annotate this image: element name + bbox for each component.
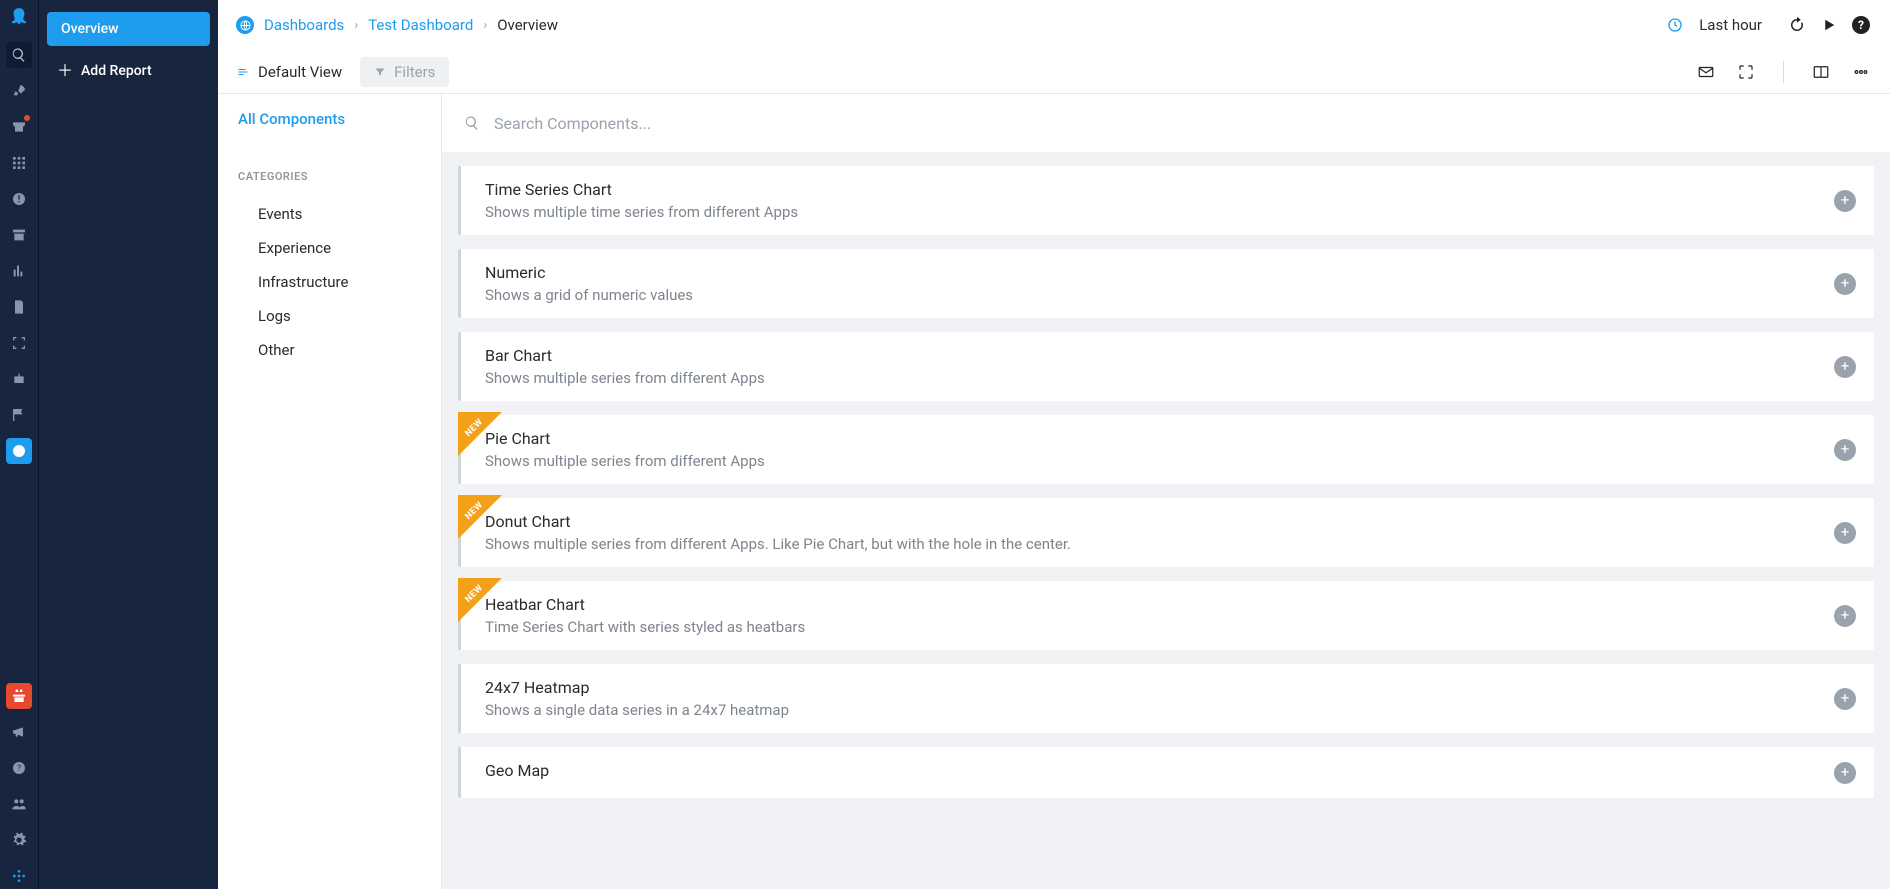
rail-settings-icon[interactable] xyxy=(6,827,32,853)
component-desc: Shows multiple series from different App… xyxy=(485,452,1818,470)
rail-users-icon[interactable] xyxy=(6,791,32,817)
main-area: Dashboards › Test Dashboard › Overview L… xyxy=(218,0,1890,889)
mail-icon[interactable] xyxy=(1695,61,1717,83)
breadcrumb-dashboards[interactable]: Dashboards xyxy=(264,16,344,34)
component-title: Donut Chart xyxy=(485,512,1818,531)
add-component-button[interactable]: + xyxy=(1834,605,1856,627)
panel-toggle-icon[interactable] xyxy=(1810,61,1832,83)
add-report-button[interactable]: ＋ Add Report xyxy=(47,54,210,88)
rail-rocket-icon[interactable] xyxy=(6,78,32,104)
add-component-button[interactable]: + xyxy=(1834,356,1856,378)
breadcrumb-sep-1: › xyxy=(354,18,358,33)
rail-megaphone-icon[interactable] xyxy=(6,719,32,745)
category-item[interactable]: Infrastructure xyxy=(238,265,421,299)
component-title: 24x7 Heatmap xyxy=(485,678,1818,697)
component-card[interactable]: Geo Map + xyxy=(458,747,1874,798)
component-desc: Shows multiple series from different App… xyxy=(485,369,1818,387)
default-view-label: Default View xyxy=(258,63,342,81)
time-range-label[interactable]: Last hour xyxy=(1699,16,1762,34)
search-icon xyxy=(464,115,480,131)
component-card[interactable]: NEWPie ChartShows multiple series from d… xyxy=(458,415,1874,484)
clock-icon[interactable] xyxy=(1667,17,1683,33)
add-report-label: Add Report xyxy=(81,63,152,79)
rail-help-icon[interactable]: ? xyxy=(6,755,32,781)
category-item[interactable]: Logs xyxy=(238,299,421,333)
component-title: Geo Map xyxy=(485,761,1818,780)
category-panel: All Components CATEGORIES EventsExperien… xyxy=(218,94,442,889)
global-search-icon[interactable] xyxy=(6,42,32,68)
search-components-input[interactable] xyxy=(494,114,1868,133)
categories-heading: CATEGORIES xyxy=(238,170,421,183)
rail-bot-icon[interactable] xyxy=(6,366,32,392)
component-card[interactable]: 24x7 Heatmap Shows a single data series i… xyxy=(458,664,1874,733)
brand-logo-icon[interactable] xyxy=(6,6,32,32)
view-bar: Default View Filters xyxy=(218,50,1890,94)
top-bar: Dashboards › Test Dashboard › Overview L… xyxy=(218,0,1890,50)
add-component-button[interactable]: + xyxy=(1834,762,1856,784)
component-title: Time Series Chart xyxy=(485,180,1818,199)
more-menu-icon[interactable] xyxy=(1850,61,1872,83)
add-component-button[interactable]: + xyxy=(1834,439,1856,461)
component-title: Bar Chart xyxy=(485,346,1818,365)
rail-gift-icon[interactable] xyxy=(6,683,32,709)
breadcrumb-current: Overview xyxy=(497,16,558,34)
rail-document-icon[interactable] xyxy=(6,294,32,320)
rail-grid-icon[interactable] xyxy=(6,150,32,176)
refresh-icon[interactable] xyxy=(1786,14,1808,36)
dashboard-globe-icon xyxy=(236,16,254,34)
breadcrumb-sep-2: › xyxy=(483,18,487,33)
breadcrumb-test-dashboard[interactable]: Test Dashboard xyxy=(368,16,473,34)
component-cards: Time Series Chart Shows multiple time ser… xyxy=(442,152,1890,889)
rail-alert-icon[interactable] xyxy=(6,186,32,212)
add-component-button[interactable]: + xyxy=(1834,190,1856,212)
fullscreen-icon[interactable] xyxy=(1735,61,1757,83)
filters-button[interactable]: Filters xyxy=(360,57,449,87)
component-desc: Shows multiple series from different App… xyxy=(485,535,1818,553)
component-card[interactable]: NEWHeatbar ChartTime Series Chart with s… xyxy=(458,581,1874,650)
component-desc: Shows multiple time series from differen… xyxy=(485,203,1818,221)
component-title: Heatbar Chart xyxy=(485,595,1818,614)
filters-label: Filters xyxy=(394,63,435,81)
svg-text:?: ? xyxy=(17,764,21,773)
rail-chart-icon[interactable] xyxy=(6,258,32,284)
rail-dashboards-icon[interactable] xyxy=(6,438,32,464)
component-card[interactable]: Numeric Shows a grid of numeric values + xyxy=(458,249,1874,318)
reports-sidebar: Overview ＋ Add Report xyxy=(38,0,218,889)
divider xyxy=(1783,61,1784,83)
add-component-button[interactable]: + xyxy=(1834,273,1856,295)
search-row xyxy=(442,94,1890,152)
component-title: Numeric xyxy=(485,263,1818,282)
component-desc: Shows a single data series in a 24x7 hea… xyxy=(485,701,1818,719)
notification-dot xyxy=(24,115,30,121)
default-view-button[interactable]: Default View xyxy=(236,63,342,81)
add-component-button[interactable]: + xyxy=(1834,522,1856,544)
rail-flag-icon[interactable] xyxy=(6,402,32,428)
add-component-button[interactable]: + xyxy=(1834,688,1856,710)
help-icon[interactable]: ? xyxy=(1850,14,1872,36)
overview-tab[interactable]: Overview xyxy=(47,12,210,46)
component-card[interactable]: NEWDonut ChartShows multiple series from… xyxy=(458,498,1874,567)
category-item[interactable]: Other xyxy=(238,333,421,367)
rail-inbox-icon[interactable] xyxy=(6,114,32,140)
icon-rail: ? xyxy=(0,0,38,889)
category-item[interactable]: Events xyxy=(238,197,421,231)
plus-icon: ＋ xyxy=(57,63,73,79)
component-card[interactable]: Bar Chart Shows multiple series from diff… xyxy=(458,332,1874,401)
all-components-link[interactable]: All Components xyxy=(238,110,421,128)
component-desc: Time Series Chart with series styled as … xyxy=(485,618,1818,636)
component-list-area: Time Series Chart Shows multiple time ser… xyxy=(442,94,1890,889)
play-icon[interactable] xyxy=(1818,14,1840,36)
component-card[interactable]: Time Series Chart Shows multiple time ser… xyxy=(458,166,1874,235)
rail-scan-icon[interactable] xyxy=(6,330,32,356)
content-area: All Components CATEGORIES EventsExperien… xyxy=(218,94,1890,889)
component-desc: Shows a grid of numeric values xyxy=(485,286,1818,304)
rail-cluster-icon[interactable] xyxy=(6,863,32,889)
category-item[interactable]: Experience xyxy=(238,231,421,265)
component-title: Pie Chart xyxy=(485,429,1818,448)
rail-archive-icon[interactable] xyxy=(6,222,32,248)
